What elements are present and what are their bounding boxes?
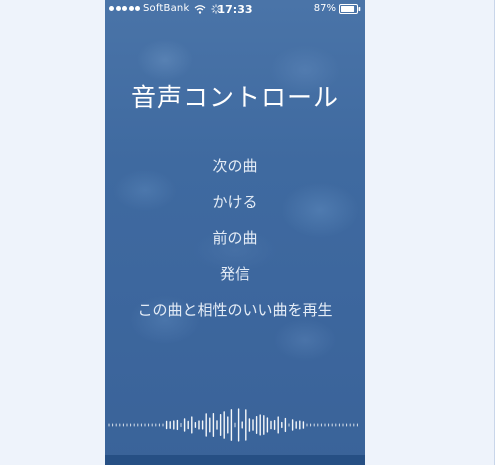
battery-percent: 87% — [313, 3, 336, 14]
status-bar: SoftBank 17:33 87% — [105, 0, 365, 20]
phone-screen: SoftBank 17:33 87% 音声コントロール 次の曲 かける 前の曲 … — [105, 0, 365, 465]
voice-control-title: 音声コントロール — [130, 83, 339, 112]
status-right: 87% — [314, 3, 361, 14]
suggestion-previous-track: 前の曲 — [212, 229, 258, 247]
suggestion-play: かける — [212, 193, 258, 211]
voice-waveform — [108, 408, 358, 442]
suggestion-next-track: 次の曲 — [212, 157, 258, 175]
battery-icon — [339, 3, 361, 14]
suggestion-genius-playlist: この曲と相性のいい曲を再生 — [137, 301, 333, 319]
voice-command-suggestions: 次の曲 かける 前の曲 発信 この曲と相性のいい曲を再生 — [105, 154, 365, 334]
suggestion-call: 発信 — [219, 265, 250, 283]
bottom-strip — [105, 455, 365, 465]
